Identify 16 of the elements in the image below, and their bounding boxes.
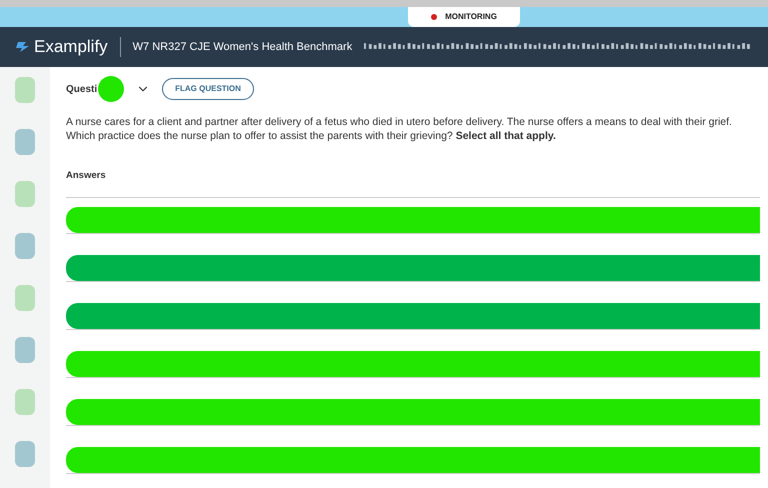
blurred-icon	[13, 127, 37, 157]
blurred-icon	[13, 179, 37, 209]
blurred-icon	[13, 231, 37, 261]
answers-label: Answers	[66, 169, 107, 183]
question-text: A nurse cares for a client and partner after delivery of a fetus who died in utero before delivery. The nurse offers a means to deal with their grief. Which practice does the nurse plan to offer to assist the parents with their grieving? Select all that apply.	[66, 115, 733, 143]
exam-title: W7 NR327 CJE Women's Health Benchmark	[132, 40, 352, 55]
blurred-icon	[13, 439, 37, 469]
flag-question-button[interactable]: FLAG QUESTION	[162, 78, 254, 100]
blurred-icon	[13, 283, 37, 313]
blurred-icon	[13, 335, 37, 365]
blurred-icon	[13, 75, 37, 105]
brand-name: Examplify	[34, 36, 108, 58]
monitoring-label: MONITORING	[445, 11, 497, 23]
logo-icon	[16, 41, 30, 53]
blurred-icon	[13, 387, 37, 417]
question-label: Questi	[66, 82, 98, 96]
